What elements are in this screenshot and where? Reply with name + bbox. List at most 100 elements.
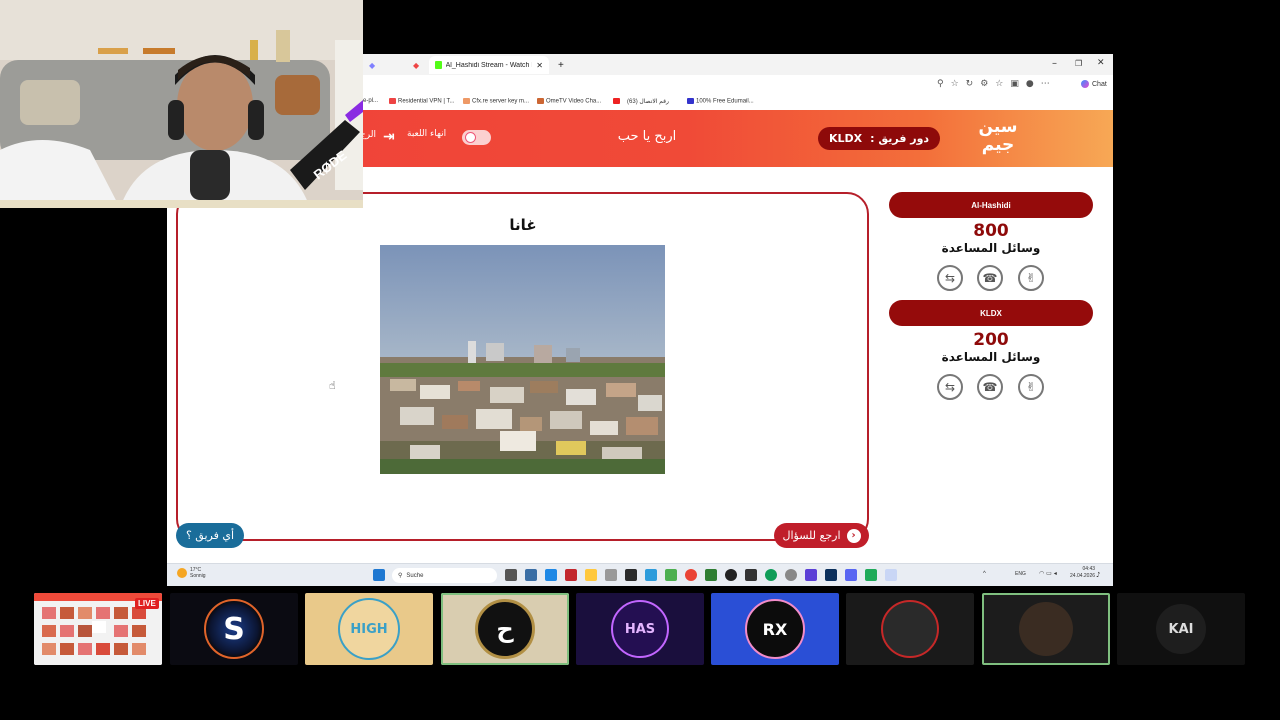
app-icon[interactable] (885, 569, 897, 581)
bookmark-icon (537, 98, 544, 104)
language-indicator[interactable]: ENG (1015, 571, 1026, 577)
tab-pinned[interactable]: ◆ (363, 56, 383, 74)
youtube-icon (613, 98, 620, 104)
tile-avatar (1019, 602, 1073, 656)
chat-label: Chat (1092, 80, 1107, 88)
clock-time: 04:43 (1082, 566, 1096, 572)
hand-icon[interactable]: ✌ (1018, 374, 1044, 400)
stream-tile[interactable]: S (170, 593, 298, 665)
stream-tile-self[interactable]: LIVE (34, 593, 162, 665)
app-icon[interactable] (705, 569, 717, 581)
bookmark-item[interactable] (613, 98, 622, 105)
stream-tile[interactable] (846, 593, 974, 665)
bookmark-item[interactable]: Cfx.re server key m... (463, 98, 529, 105)
stream-tile[interactable]: HIGH (305, 593, 433, 665)
game-logo[interactable]: سين جيم (975, 118, 1021, 160)
bell-icon[interactable]: ♪ (1096, 571, 1100, 579)
app-icon[interactable] (525, 569, 537, 581)
new-tab-button[interactable]: + (552, 56, 570, 74)
call-swap-icon[interactable]: ⇆ (937, 265, 963, 291)
tab-close-icon[interactable]: ✕ (536, 61, 543, 70)
app-icon[interactable] (745, 569, 757, 581)
stream-tile[interactable]: KAI (1117, 593, 1245, 665)
round-title: اربح يا حب (617, 129, 677, 144)
phone-icon[interactable]: ☎ (977, 265, 1003, 291)
sun-icon (177, 568, 187, 578)
stream-tile-active[interactable]: ح (441, 593, 569, 665)
screen-share-icon (92, 621, 106, 633)
bookmark-item[interactable]: Residential VPN | T... (389, 98, 454, 105)
app-icon[interactable] (545, 569, 557, 581)
bookmark-item[interactable]: OmeTV Video Cha... (537, 98, 601, 105)
aids-label: وسائل المساعدة (941, 241, 1041, 255)
webcam-feed: RØDE (0, 0, 363, 208)
tile-avatar (881, 600, 939, 658)
edge-icon[interactable] (765, 569, 777, 581)
tab-pinned-2[interactable]: ◆ (407, 56, 427, 74)
copilot-icon (1081, 80, 1089, 88)
chrome-icon[interactable] (685, 569, 697, 581)
bookmark-item[interactable]: رقم الاتصال (63) (627, 98, 669, 105)
tile-avatar: RX (745, 599, 805, 659)
which-team-button[interactable]: أي فريق ؟ (176, 523, 244, 548)
toggle-knob (465, 132, 476, 143)
logo-text: سين جيم (978, 117, 1018, 155)
team-name-pill: Al-Hashidi (889, 192, 1093, 218)
question-image (380, 245, 665, 474)
chevron-up-icon[interactable]: ^ (983, 571, 986, 577)
app-icon[interactable] (665, 569, 677, 581)
tab-title: Al_Hashidi Stream - Watch Live o (445, 61, 533, 69)
app-icon[interactable] (785, 569, 797, 581)
clock-date: 24.04.2026 (1070, 573, 1096, 579)
tile-avatar: HAS (611, 600, 669, 658)
maximize-button[interactable]: ❐ (1075, 59, 1082, 68)
system-tray-icons[interactable]: ◠ ▭ ◂ (1039, 570, 1057, 577)
toolbar-icons[interactable]: ⚲☆↻⚙☆▣●⋯ (937, 79, 1057, 89)
phone-icon[interactable]: ☎ (977, 374, 1003, 400)
app-icon[interactable] (605, 569, 617, 581)
hand-icon[interactable]: ✌ (1018, 265, 1044, 291)
folder-icon[interactable] (585, 569, 597, 581)
bookmark-item-cut[interactable]: e-pl... (363, 98, 378, 104)
tab-stream[interactable]: Al_Hashidi Stream - Watch Live o ✕ (429, 56, 549, 74)
tab-icon: ◆ (413, 60, 420, 70)
clock[interactable]: 04:43 24.04.2026 (1070, 566, 1095, 580)
copilot-chat-button[interactable]: Chat (1081, 80, 1107, 88)
weather-widget[interactable]: 17°C Sonnig (177, 567, 206, 579)
stream-tile[interactable]: RX (711, 593, 839, 665)
tile-avatar: S (204, 599, 264, 659)
bookmark-icon (687, 98, 694, 104)
task-view-icon[interactable] (505, 569, 517, 581)
close-window-button[interactable]: ✕ (1097, 58, 1105, 68)
discord-icon[interactable] (845, 569, 857, 581)
plus-icon: + (558, 59, 564, 71)
end-game-label[interactable]: انهاء اللعبة (407, 129, 446, 139)
back-to-question-button[interactable]: ارجع للسؤال › (774, 523, 869, 548)
minimize-button[interactable]: – (1052, 58, 1057, 69)
app-icon[interactable] (565, 569, 577, 581)
call-swap-icon[interactable]: ⇆ (937, 374, 963, 400)
exit-icon[interactable]: ⇥ (383, 129, 395, 145)
app-icon[interactable] (865, 569, 877, 581)
app-icon[interactable] (645, 569, 657, 581)
tile-avatar: ح (475, 599, 535, 659)
app-icon[interactable] (725, 569, 737, 581)
app-icon[interactable] (805, 569, 817, 581)
photoshop-icon[interactable] (825, 569, 837, 581)
taskbar-search[interactable]: ⚲ Suche (392, 568, 497, 583)
stream-tile-active[interactable] (982, 593, 1110, 665)
team-turn-badge: KLDX دور فريق : (818, 127, 940, 150)
bookmark-item[interactable]: 100% Free Edumail... (687, 98, 754, 105)
live-badge: LIVE (135, 598, 159, 609)
search-icon: ⚲ (398, 573, 403, 579)
team-score: 800 (973, 221, 1009, 241)
team-name-pill: KLDX (889, 300, 1093, 326)
app-icon[interactable] (625, 569, 637, 581)
chevron-right-icon: › (846, 528, 861, 543)
end-game-toggle[interactable] (462, 130, 491, 145)
stream-tile[interactable]: HAS (576, 593, 704, 665)
windows-taskbar: 17°C Sonnig ⚲ Suche ^ ENG ◠ ▭ ◂ 04:43 24… (167, 563, 1113, 586)
weather-desc: Sonnig (190, 573, 206, 579)
tile-avatar: HIGH (338, 598, 400, 660)
start-icon[interactable] (373, 569, 385, 581)
